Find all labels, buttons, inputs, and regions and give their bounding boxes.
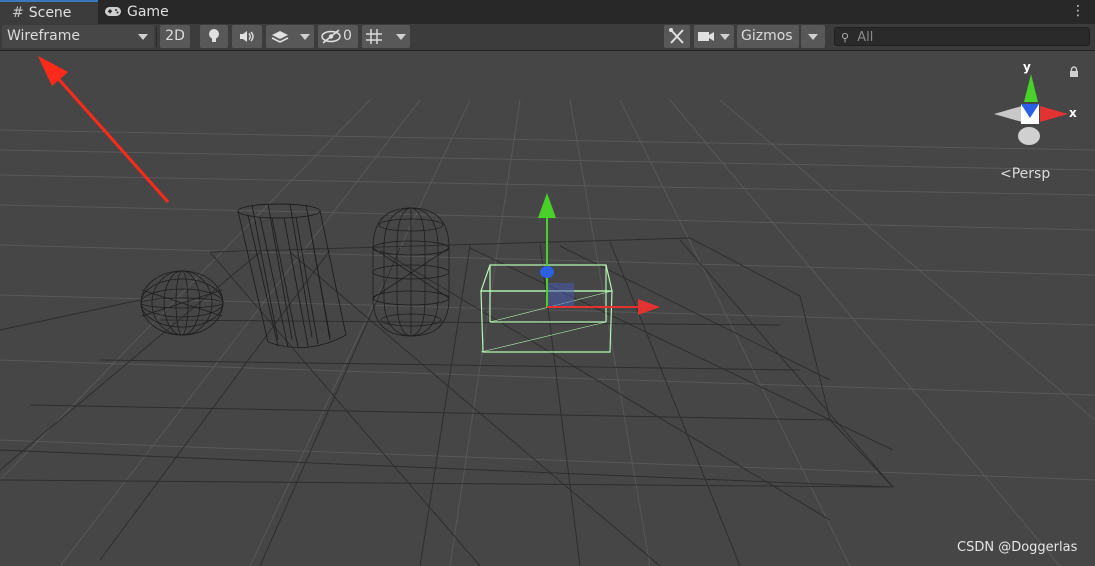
camera-icon [698, 32, 714, 41]
cylinder-wireframe[interactable] [237, 203, 347, 349]
more-options-icon[interactable]: ⋮ [1071, 3, 1085, 19]
tools-icon [669, 28, 684, 44]
projection-label: Persp [1011, 166, 1051, 182]
chevron-down-icon [396, 34, 406, 40]
tab-scene[interactable]: # Scene [0, 0, 98, 24]
move-plane-handle[interactable] [548, 283, 574, 308]
chevron-down-icon [808, 34, 818, 40]
scene-toolbar: Wireframe 2D 0 Gizmos ⚲ All [0, 24, 1095, 51]
tools-button[interactable] [664, 25, 690, 48]
far-grid [0, 99, 1095, 566]
effects-dropdown[interactable] [266, 25, 314, 48]
gizmos-dropdown[interactable] [801, 25, 825, 48]
projection-toggle[interactable]: <Persp [1000, 166, 1050, 182]
annotation-arrow [38, 56, 170, 203]
eye-hidden-icon [321, 29, 341, 44]
axis-y-label: y [1023, 60, 1031, 74]
toggle-2d-label: 2D [165, 28, 185, 44]
draw-mode-dropdown[interactable]: Wireframe [2, 25, 154, 48]
lighting-toggle[interactable] [200, 25, 228, 48]
search-placeholder: All [857, 30, 874, 45]
capsule-wireframe[interactable] [372, 207, 450, 337]
audio-toggle[interactable] [232, 25, 262, 48]
divider [156, 27, 157, 47]
lock-icon[interactable] [1068, 66, 1080, 82]
axis-x-label: x [1069, 106, 1077, 120]
watermark: CSDN @Doggerlas [957, 540, 1078, 555]
tab-game[interactable]: Game [104, 0, 184, 24]
scene-search-field[interactable]: ⚲ All [834, 27, 1090, 46]
gizmos-button[interactable]: Gizmos [737, 25, 799, 48]
scene-visibility-toggle[interactable]: 0 [318, 25, 358, 48]
draw-mode-label: Wireframe [7, 28, 81, 44]
grid-icon [366, 29, 382, 44]
hash-icon: # [12, 5, 24, 21]
scene-viewport[interactable]: y x <Persp CSDN @Doggerlas [0, 51, 1095, 566]
chevron-down-icon [138, 34, 148, 40]
camera-dropdown[interactable] [694, 25, 734, 48]
tab-bar: # Scene Game ⋮ [0, 0, 1095, 24]
speaker-icon [240, 31, 254, 42]
gamepad-icon [104, 0, 122, 24]
layers-icon [271, 31, 289, 43]
tab-game-label: Game [127, 4, 169, 20]
tab-scene-label: Scene [28, 5, 72, 21]
sphere-wireframe[interactable] [140, 270, 224, 336]
toggle-2d-button[interactable]: 2D [160, 25, 190, 48]
chevron-down-icon [720, 34, 730, 40]
orientation-gizmo[interactable]: y x [994, 60, 1077, 145]
near-grid [0, 237, 895, 566]
grid-dropdown[interactable] [362, 25, 410, 48]
search-icon: ⚲ [841, 31, 850, 44]
gizmos-label: Gizmos [741, 28, 793, 44]
lightbulb-icon [209, 29, 219, 42]
chevron-down-icon [300, 34, 310, 40]
chevron-left-icon: < [1000, 166, 1012, 182]
hidden-count: 0 [343, 28, 352, 44]
